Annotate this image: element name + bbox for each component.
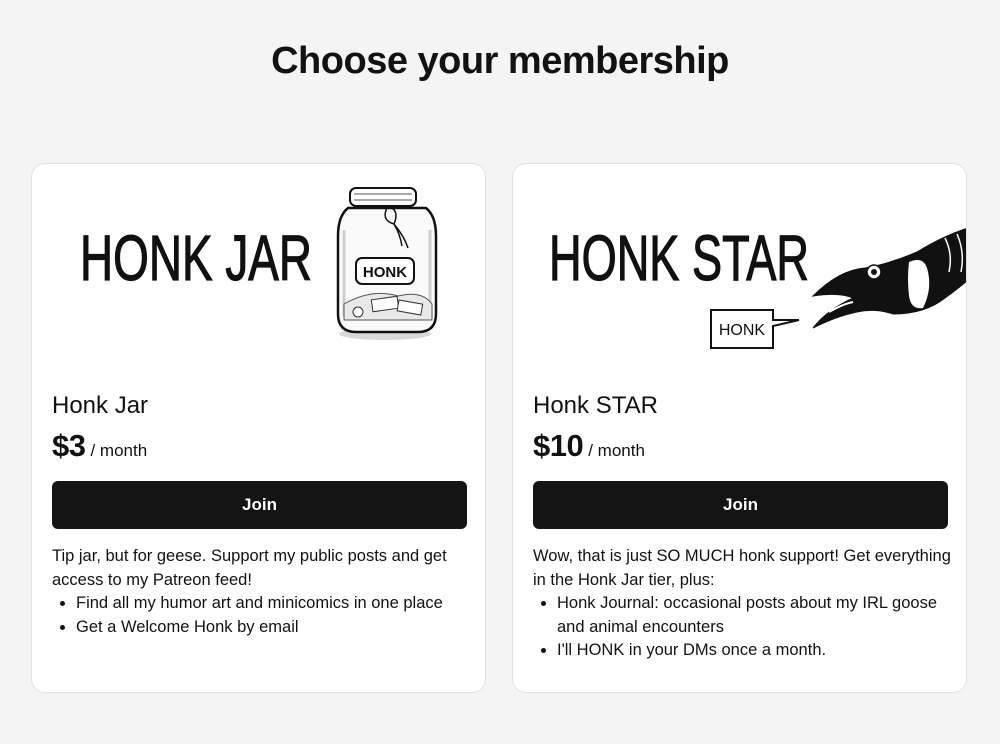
tier-description-text: Wow, that is just SO MUCH honk support! … [533, 547, 951, 589]
join-button-honk-star[interactable]: Join [533, 481, 948, 529]
tier-price-row: $10 / month [533, 428, 645, 464]
speech-bubble-label: HONK [719, 322, 766, 339]
jar-label: HONK [363, 264, 407, 281]
tier-period: / month [90, 441, 148, 460]
banner-title: HONK JAR [80, 222, 312, 294]
tier-banner-honk-star: HONK STAR HONK [513, 164, 966, 354]
benefit-item: Get a Welcome Honk by email [76, 616, 470, 640]
benefit-list: Find all my humor art and minicomics in … [52, 592, 470, 639]
tier-card-honk-jar: HONK JAR HONK Honk Jar $3 / month Join T… [31, 163, 486, 693]
benefit-item: I'll HONK in your DMs once a month. [557, 639, 951, 663]
jar-illustration: HONK [336, 187, 438, 340]
join-button-honk-jar[interactable]: Join [52, 481, 467, 529]
benefit-item: Find all my humor art and minicomics in … [76, 592, 470, 616]
tier-price-row: $3 / month [52, 428, 147, 464]
tier-name: Honk Jar [52, 392, 149, 419]
tier-description: Tip jar, but for geese. Support my publi… [52, 545, 470, 639]
banner-title: HONK STAR [549, 222, 809, 294]
tier-period: / month [588, 441, 645, 460]
tier-name: Honk STAR [533, 392, 658, 419]
tier-description-text: Tip jar, but for geese. Support my publi… [52, 547, 447, 589]
page-title: Choose your membership [271, 40, 729, 82]
benefit-list: Honk Journal: occasional posts about my … [533, 592, 951, 663]
tier-price: $10 [533, 428, 584, 463]
tier-price: $3 [52, 428, 86, 463]
benefit-item: Honk Journal: occasional posts about my … [557, 592, 951, 639]
goose-illustration [811, 228, 966, 329]
speech-bubble: HONK [710, 309, 800, 349]
tier-card-honk-star: HONK STAR HONK Honk STAR $10 / month Joi… [512, 163, 967, 693]
tier-description: Wow, that is just SO MUCH honk support! … [533, 545, 951, 663]
tier-banner-honk-jar: HONK JAR HONK [32, 164, 485, 354]
